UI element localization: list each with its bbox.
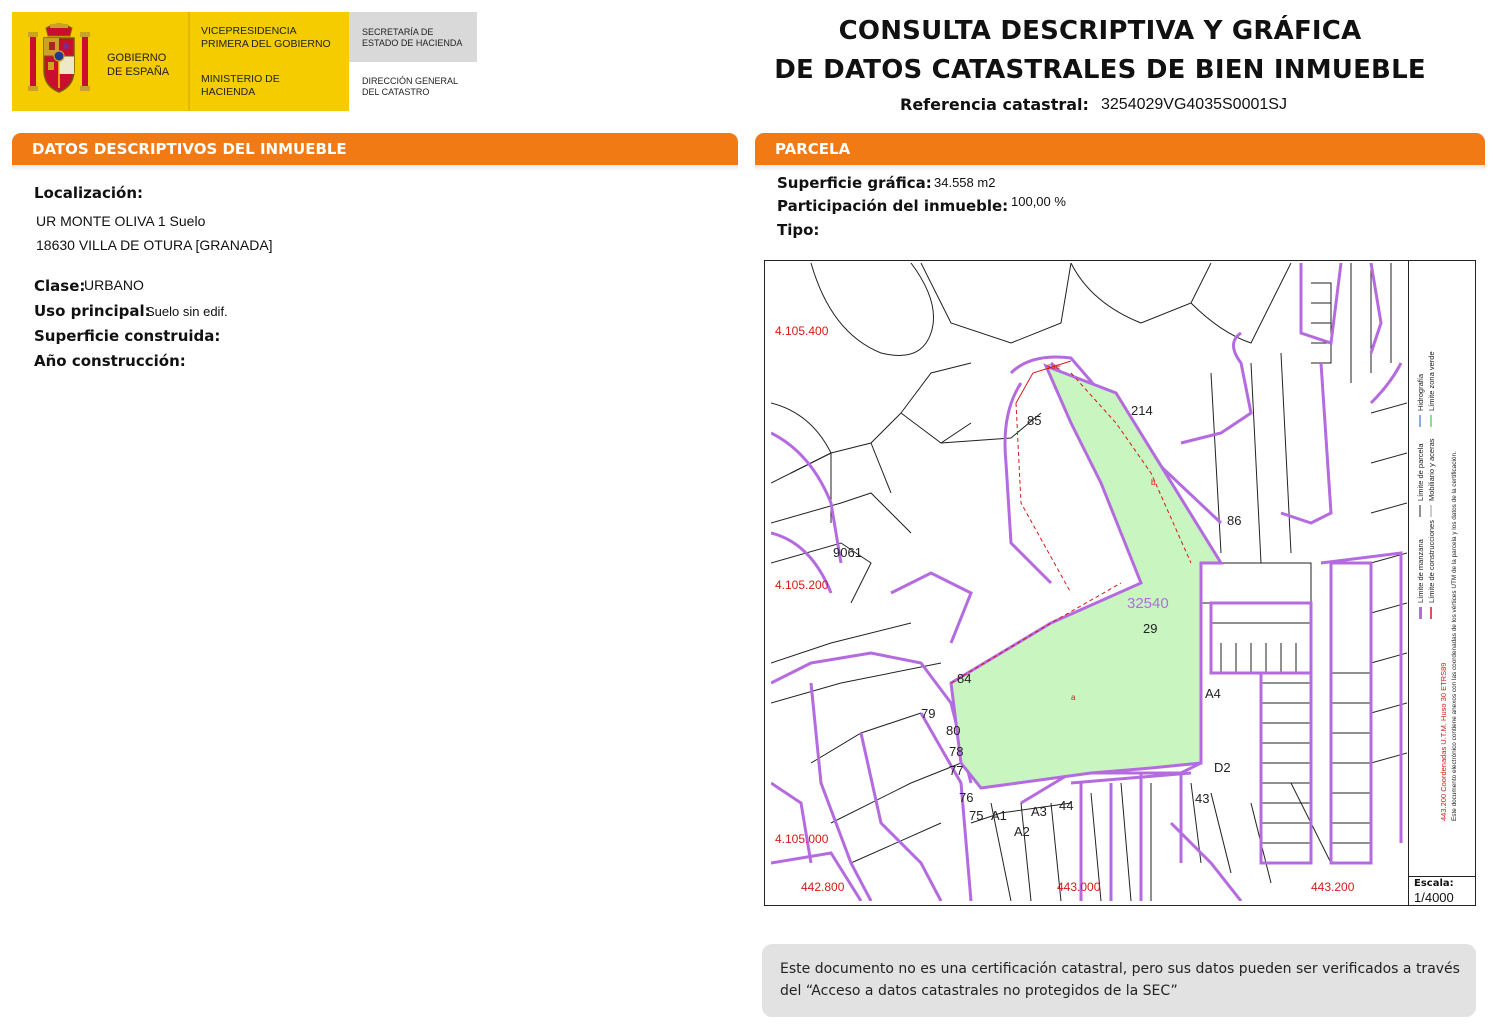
label-sue: sue [1047,362,1060,371]
label-75: 75 [969,808,983,823]
gov-divider [188,12,190,111]
parcel-polygon [949,363,1224,790]
refcat-value: 3254029VG4035S0001SJ [1101,96,1287,113]
scale-box: Escala: 1/4000 [1408,876,1476,906]
label-manzana: 32540 [1127,595,1169,612]
label-44: 44 [1059,798,1073,813]
label-79: 79 [921,706,935,721]
label-77: 77 [949,763,963,778]
label-sub-b: b [1151,478,1156,487]
vicepresidencia-text: VICEPRESIDENCIA PRIMERA DEL GOBIERNO [201,25,331,50]
label-80: 80 [946,723,960,738]
label-9061: 9061 [833,545,862,560]
label-a1: A1 [991,808,1007,823]
clase-label: Clase: [34,277,86,295]
scale-value: 1/4000 [1414,890,1454,905]
coord-x3: 443.200 [1311,880,1355,894]
participacion-value: 100,00 % [1011,194,1066,209]
label-a2: A2 [1014,824,1030,839]
parcela-header: PARCELA [755,133,1485,171]
legend-doc-note: Este documento electrónico contiene anex… [1451,451,1458,821]
label-43: 43 [1195,791,1209,806]
legend-hidrografia: Hidrografía [1416,373,1425,411]
uso-label: Uso principal: [34,302,151,320]
label-214: 214 [1131,403,1153,418]
coord-y3: 4.105.000 [775,832,829,846]
disclaimer-note: Este documento no es una certificación c… [762,944,1476,1017]
legend-mobiliario: Mobiliario y aceras [1427,438,1436,501]
label-sub-a: a [1071,693,1076,702]
anio-construccion-label: Año construcción: [34,352,186,370]
government-logo-block: GOBIERNO DE ESPAÑA VICEPRESIDENCIA PRIME… [12,12,477,111]
legend-limite-manzana: Límite de manzana [1416,538,1425,603]
coord-x1: 442.800 [801,880,845,894]
ministerio-text: MINISTERIO DE HACIENDA [201,73,280,98]
superficie-grafica-label: Superficie gráfica: [777,174,932,192]
label-a3: A3 [1031,804,1047,819]
cadastral-map: 85 214 86 9061 29 84 79 80 78 77 76 75 A… [764,260,1476,906]
legend-zona-verde: Límite zona verde [1427,351,1436,411]
participacion-label: Participación del inmueble: [777,197,1009,215]
label-84: 84 [957,671,971,686]
label-76: 76 [959,790,973,805]
coat-of-arms-icon [28,23,90,93]
direccion-text: DIRECCIÓN GENERAL DEL CATASTRO [362,76,458,97]
disclaimer-text: Este documento no es una certificación c… [780,961,1460,999]
clase-value: URBANO [84,277,144,293]
label-86: 86 [1227,513,1241,528]
secretaria-text: SECRETARÍA DE ESTADO DE HACIENDA [362,27,463,48]
uso-value: Suelo sin edif. [146,304,228,319]
legend-limite-parcela: Límite de parcela [1416,443,1425,501]
address-line-1: UR MONTE OLIVA 1 Suelo [36,213,206,229]
legend-utm-coords: 443.200 Coordenadas U.T.M. Huso 30 ETRS8… [1439,663,1448,821]
localizacion-label: Localización: [34,184,144,202]
refcat-label: Referencia catastral: [900,95,1089,114]
descriptive-data-title: DATOS DESCRIPTIVOS DEL INMUEBLE [32,140,347,158]
label-a4: A4 [1205,686,1221,701]
map-drawing: 85 214 86 9061 29 84 79 80 78 77 76 75 A… [771,263,1407,901]
gobierno-text: GOBIERNO DE ESPAÑA [107,52,170,78]
scale-label: Escala: [1414,878,1454,889]
coord-y1: 4.105.400 [775,324,829,338]
title-line-1: CONSULTA DESCRIPTIVA Y GRÁFICA [838,16,1362,46]
tipo-label: Tipo: [777,221,820,239]
address-line-2: 18630 VILLA DE OTURA [GRANADA] [36,237,273,253]
coord-y2: 4.105.200 [775,578,829,592]
descriptive-data-header: DATOS DESCRIPTIVOS DEL INMUEBLE [12,133,738,171]
superficie-grafica-value: 34.558 m2 [934,175,996,190]
map-legend: Límite de manzana Límite de construccion… [1408,261,1476,877]
legend-limite-construcciones: Límite de construcciones [1427,520,1436,603]
label-85: 85 [1027,413,1041,428]
label-d2: D2 [1214,760,1231,775]
parcela-title: PARCELA [775,140,851,158]
label-29: 29 [1143,621,1157,636]
superficie-construida-label: Superficie construida: [34,327,221,345]
document-title: CONSULTA DESCRIPTIVA Y GRÁFICA DE DATOS … [760,12,1440,90]
coord-x2: 443.000 [1057,880,1101,894]
label-78: 78 [949,744,963,759]
title-line-2: DE DATOS CATASTRALES DE BIEN INMUEBLE [774,55,1426,85]
